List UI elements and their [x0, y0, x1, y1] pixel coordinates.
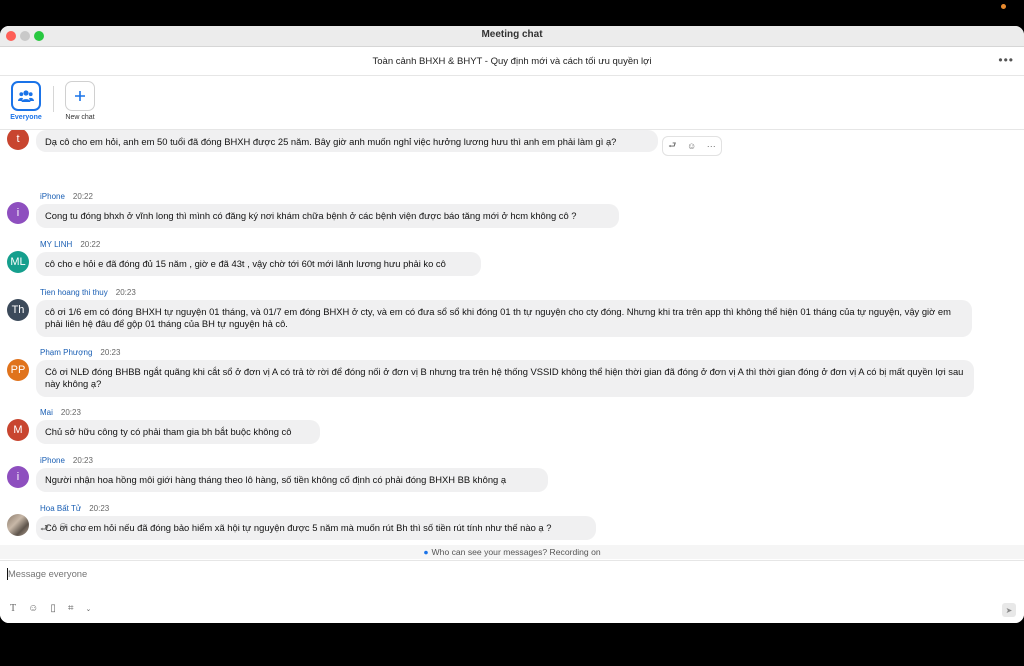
more-icon[interactable]: ···: [707, 141, 716, 151]
emoji-icon[interactable]: ☺: [58, 521, 68, 538]
reply-icon[interactable]: ⮐: [40, 521, 49, 538]
avatar: M: [7, 419, 29, 441]
timestamp: 20:23: [60, 408, 81, 417]
meeting-chat-window: Meeting chat Toàn cảnh BHXH & BHYT - Quy…: [0, 26, 1024, 623]
message-bubble: Chủ sở hữu công ty có phải tham gia bh b…: [36, 420, 320, 444]
timestamp: 20:23: [72, 456, 93, 465]
more-icon[interactable]: ···: [77, 521, 87, 538]
titlebar: Meeting chat: [0, 26, 1024, 47]
send-button[interactable]: ➤: [1002, 603, 1016, 617]
sender-name[interactable]: Phạm Phượng: [40, 348, 92, 357]
sender-name[interactable]: Hoa Bất Tử: [40, 504, 81, 513]
plus-icon: [65, 81, 95, 111]
send-icon: ➤: [1005, 605, 1013, 615]
compose-toolbar: T ☺ ▯ ⌗ ⌄: [10, 603, 91, 614]
message-bubble: Dạ cô cho em hỏi, anh em 50 tuổi đã đóng…: [36, 130, 658, 152]
tab-label: Everyone: [10, 114, 42, 121]
tab-everyone[interactable]: Everyone: [6, 81, 46, 121]
meeting-header: Toàn cảnh BHXH & BHYT - Quy định mới và …: [0, 47, 1024, 76]
tab-divider: [53, 86, 54, 112]
timestamp: 20:23: [115, 288, 136, 297]
message-meta: iPhone 20:22: [40, 192, 93, 201]
message-bubble: Cô ơi NLĐ đóng BHBB ngắt quãng khi cắt s…: [36, 360, 974, 397]
message-meta: Phạm Phượng 20:23: [40, 348, 120, 357]
message-bubble: Cô ơi cho em hỏi nếu đã đóng bảo hiểm xã…: [36, 516, 596, 540]
reply-icon[interactable]: ⮐: [668, 138, 676, 154]
visibility-notice[interactable]: ● Who can see your messages? Recording on: [0, 545, 1024, 559]
message-reactions: ⮐ ☺ ···: [40, 521, 87, 538]
chat-tabs: Everyone New chat: [0, 76, 1024, 130]
status-dot: [1001, 4, 1006, 9]
message-bubble: cô ơi 1/6 em có đóng BHXH tự nguyện 01 t…: [36, 300, 972, 337]
meeting-title: Toàn cảnh BHXH & BHYT - Quy định mới và …: [372, 56, 652, 67]
sender-name[interactable]: Tien hoang thi thuy: [40, 288, 108, 297]
screenshot-icon[interactable]: ⌗: [68, 603, 74, 614]
notice-text: Who can see your messages? Recording on: [431, 547, 601, 557]
compose-area: T ☺ ▯ ⌗ ⌄ ➤: [0, 560, 1024, 623]
sender-name[interactable]: Mai: [40, 408, 53, 417]
message-meta: iPhone 20:23: [40, 456, 93, 465]
chevron-down-icon[interactable]: ⌄: [85, 605, 91, 613]
emoji-icon[interactable]: ☺: [687, 141, 696, 151]
people-icon: [11, 81, 41, 111]
message-bubble: Cong tu đóng bhxh ở vĩnh long thì mình c…: [36, 204, 619, 228]
avatar: i: [7, 466, 29, 488]
avatar: t: [7, 130, 29, 150]
sender-name[interactable]: iPhone: [40, 456, 65, 465]
sender-name[interactable]: iPhone: [40, 192, 65, 201]
message-bubble: cô cho e hỏi e đã đóng đủ 15 năm , giờ e…: [36, 252, 481, 276]
avatar: Th: [7, 299, 29, 321]
timestamp: 20:22: [80, 240, 101, 249]
message-actions: ⮐ ☺ ···: [662, 136, 722, 156]
sender-name[interactable]: MY LINH: [40, 240, 72, 249]
message-list[interactable]: t Dạ cô cho em hỏi, anh em 50 tuổi đã đó…: [0, 130, 1024, 542]
avatar: PP: [7, 359, 29, 381]
avatar: ML: [7, 251, 29, 273]
tab-label: New chat: [65, 114, 95, 121]
message-meta: Mai 20:23: [40, 408, 81, 417]
avatar: [7, 514, 29, 536]
timestamp: 20:23: [89, 504, 110, 513]
window-title: Meeting chat: [481, 29, 543, 40]
message-meta: Hoa Bất Tử 20:23: [40, 504, 109, 513]
timestamp: 20:22: [72, 192, 93, 201]
timestamp: 20:23: [100, 348, 121, 357]
avatar: i: [7, 202, 29, 224]
more-options-icon[interactable]: •••: [998, 53, 1014, 67]
message-meta: MY LINH 20:22: [40, 240, 100, 249]
tab-new-chat[interactable]: New chat: [60, 81, 100, 121]
person-lock-icon: ●: [423, 547, 429, 557]
text-format-icon[interactable]: T: [10, 603, 16, 614]
message-input[interactable]: [8, 568, 908, 579]
file-icon[interactable]: ▯: [50, 603, 56, 614]
message-meta: Tien hoang thi thuy 20:23: [40, 288, 136, 297]
message-bubble: Người nhận hoa hồng môi giới hàng tháng …: [36, 468, 548, 492]
emoji-icon[interactable]: ☺: [28, 603, 38, 614]
